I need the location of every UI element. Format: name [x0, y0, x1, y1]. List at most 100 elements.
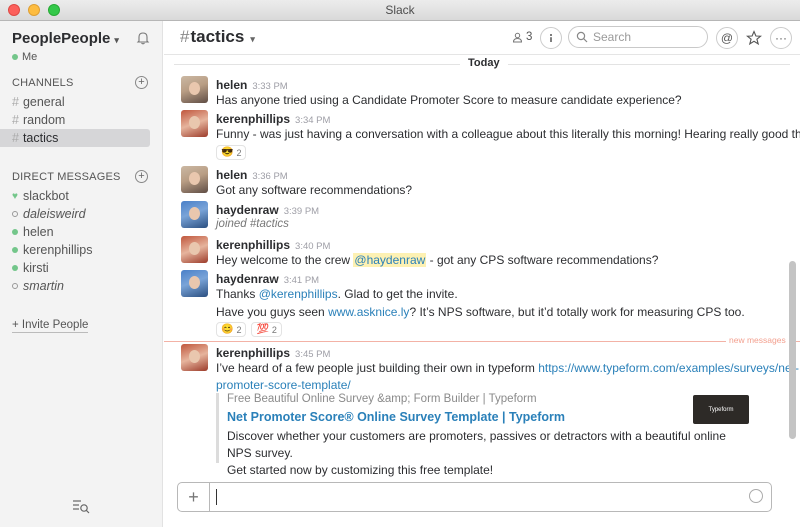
message-author[interactable]: kerenphillips 3:40 PM: [216, 238, 330, 252]
message-timestamp[interactable]: 3:39 PM: [284, 206, 319, 217]
zoom-window-button[interactable]: [48, 4, 60, 16]
quick-switcher-icon[interactable]: [71, 498, 91, 514]
message-timestamp[interactable]: 3:36 PM: [252, 171, 287, 182]
author-name: kerenphillips: [216, 238, 291, 252]
dm-label: kerenphillips: [23, 243, 93, 257]
message-timestamp[interactable]: 3:40 PM: [295, 241, 330, 252]
message-author[interactable]: kerenphillips 3:34 PM: [216, 112, 330, 126]
message-text: Has anyone tried using a Candidate Promo…: [216, 93, 682, 107]
sidebar-item-general[interactable]: # general: [0, 93, 150, 111]
dm-label: kirsti: [23, 261, 49, 275]
link-preview: Free Beautiful Online Survey &amp; Form …: [216, 393, 752, 477]
avatar[interactable]: [181, 201, 208, 228]
sidebar-item-daleisweird[interactable]: daleisweird: [0, 205, 150, 223]
message-input[interactable]: [216, 488, 736, 506]
search-icon: [576, 31, 588, 43]
reaction-count: 2: [236, 147, 242, 158]
team-menu[interactable]: PeoplePeople ▾: [12, 30, 119, 47]
star-icon[interactable]: [743, 27, 765, 49]
plus-icon[interactable]: +: [178, 483, 210, 511]
info-icon[interactable]: [540, 27, 562, 49]
message-author[interactable]: helen 3:36 PM: [216, 168, 288, 182]
user-mention[interactable]: @haydenraw: [353, 253, 427, 267]
message-timestamp[interactable]: 3:41 PM: [284, 275, 319, 286]
avatar[interactable]: [181, 76, 208, 103]
sidebar-item-helen[interactable]: helen: [0, 223, 150, 241]
search-input[interactable]: [593, 30, 693, 44]
message-text: promoter-score-template/: [216, 378, 351, 392]
message-timestamp[interactable]: 3:45 PM: [295, 349, 330, 360]
message-text: Have you guys seen www.asknice.ly? It’s …: [216, 305, 745, 319]
message-composer: +: [177, 482, 772, 512]
message-author[interactable]: kerenphillips 3:45 PM: [216, 346, 330, 360]
reaction-100[interactable]: 💯 2: [251, 322, 282, 337]
link-preview-description: Discover whether your customers are prom…: [227, 428, 747, 479]
sunglasses-emoji-icon: 😎: [221, 147, 234, 158]
member-count-button[interactable]: 3: [512, 31, 532, 43]
avatar[interactable]: [181, 166, 208, 193]
dm-label: daleisweird: [23, 207, 86, 221]
sidebar-item-smartin[interactable]: smartin: [0, 277, 150, 295]
more-icon[interactable]: ···: [770, 27, 792, 49]
sidebar-item-kerenphillips[interactable]: kerenphillips: [0, 241, 150, 259]
reaction-count: 2: [236, 324, 242, 335]
message-link[interactable]: https://www.typeform.com/examples/survey…: [538, 361, 799, 375]
author-name: haydenraw: [216, 203, 279, 217]
message-author[interactable]: haydenraw 3:39 PM: [216, 203, 319, 217]
channel-title[interactable]: # tactics ▾: [180, 27, 255, 47]
user-mention[interactable]: @kerenphillips: [259, 287, 338, 301]
sidebar-item-tactics[interactable]: # tactics: [0, 129, 150, 147]
current-user[interactable]: Me: [12, 51, 37, 63]
search-field[interactable]: [568, 26, 708, 48]
message-timestamp[interactable]: 3:33 PM: [252, 81, 287, 92]
hash-icon: #: [180, 27, 190, 46]
message-link[interactable]: www.asknice.ly: [328, 305, 409, 319]
author-name: kerenphillips: [216, 112, 291, 126]
avatar[interactable]: [181, 344, 208, 371]
add-channel-plus-icon[interactable]: +: [135, 76, 148, 89]
sidebar: PeoplePeople ▾ Me CHANNELS + # general #…: [0, 21, 163, 527]
day-divider: Today: [164, 57, 800, 71]
emoji-icon[interactable]: [749, 489, 763, 503]
window-title: Slack: [385, 3, 415, 17]
thumbnail-logo-text: Typeform: [708, 406, 734, 413]
link-preview-title[interactable]: Net Promoter Score® Online Survey Templa…: [227, 410, 565, 424]
description-line: Get started now by customizing this free…: [227, 463, 494, 477]
message-author[interactable]: helen 3:33 PM: [216, 78, 288, 92]
reaction-blush[interactable]: 😊 2: [216, 322, 247, 337]
invite-people-link[interactable]: + Invite People: [12, 319, 89, 333]
scrollbar[interactable]: [789, 261, 796, 439]
bell-icon[interactable]: [136, 31, 150, 45]
at-icon[interactable]: @: [716, 27, 738, 49]
message-author[interactable]: haydenraw 3:41 PM: [216, 272, 319, 286]
avatar[interactable]: [181, 270, 208, 297]
text-segment: Hey welcome to the crew: [216, 253, 354, 267]
reactions: 😊 2 💯 2: [216, 322, 282, 337]
message-text: Thanks @kerenphillips. Glad to get the i…: [216, 287, 458, 301]
reaction-sunglasses[interactable]: 😎 2: [216, 145, 247, 160]
add-dm-plus-icon[interactable]: +: [135, 170, 148, 183]
message-timestamp[interactable]: 3:34 PM: [295, 115, 330, 126]
channels-header[interactable]: CHANNELS: [12, 77, 74, 89]
minimize-window-button[interactable]: [28, 4, 40, 16]
heart-icon: ♥: [12, 190, 18, 202]
channel-label: general: [22, 95, 65, 109]
text-segment: - got any CPS software recommendations?: [426, 253, 659, 267]
window-controls: [8, 4, 60, 16]
link-preview-thumbnail[interactable]: Typeform: [693, 395, 749, 424]
avatar[interactable]: [181, 236, 208, 263]
avatar[interactable]: [181, 110, 208, 137]
author-name: helen: [216, 78, 248, 92]
new-messages-label: new messages: [726, 335, 789, 345]
hash-icon: #: [12, 113, 19, 127]
sidebar-item-random[interactable]: # random: [0, 111, 150, 129]
text-caret: [216, 489, 217, 505]
presence-dot-icon: [12, 54, 18, 60]
sidebar-item-kirsti[interactable]: kirsti: [0, 259, 150, 277]
author-name: haydenraw: [216, 272, 279, 286]
direct-messages-header[interactable]: DIRECT MESSAGES: [12, 171, 121, 183]
presence-away-icon: [12, 283, 18, 289]
close-window-button[interactable]: [8, 4, 20, 16]
sidebar-item-slackbot[interactable]: ♥ slackbot: [0, 187, 150, 205]
message-link[interactable]: promoter-score-template/: [216, 378, 351, 392]
